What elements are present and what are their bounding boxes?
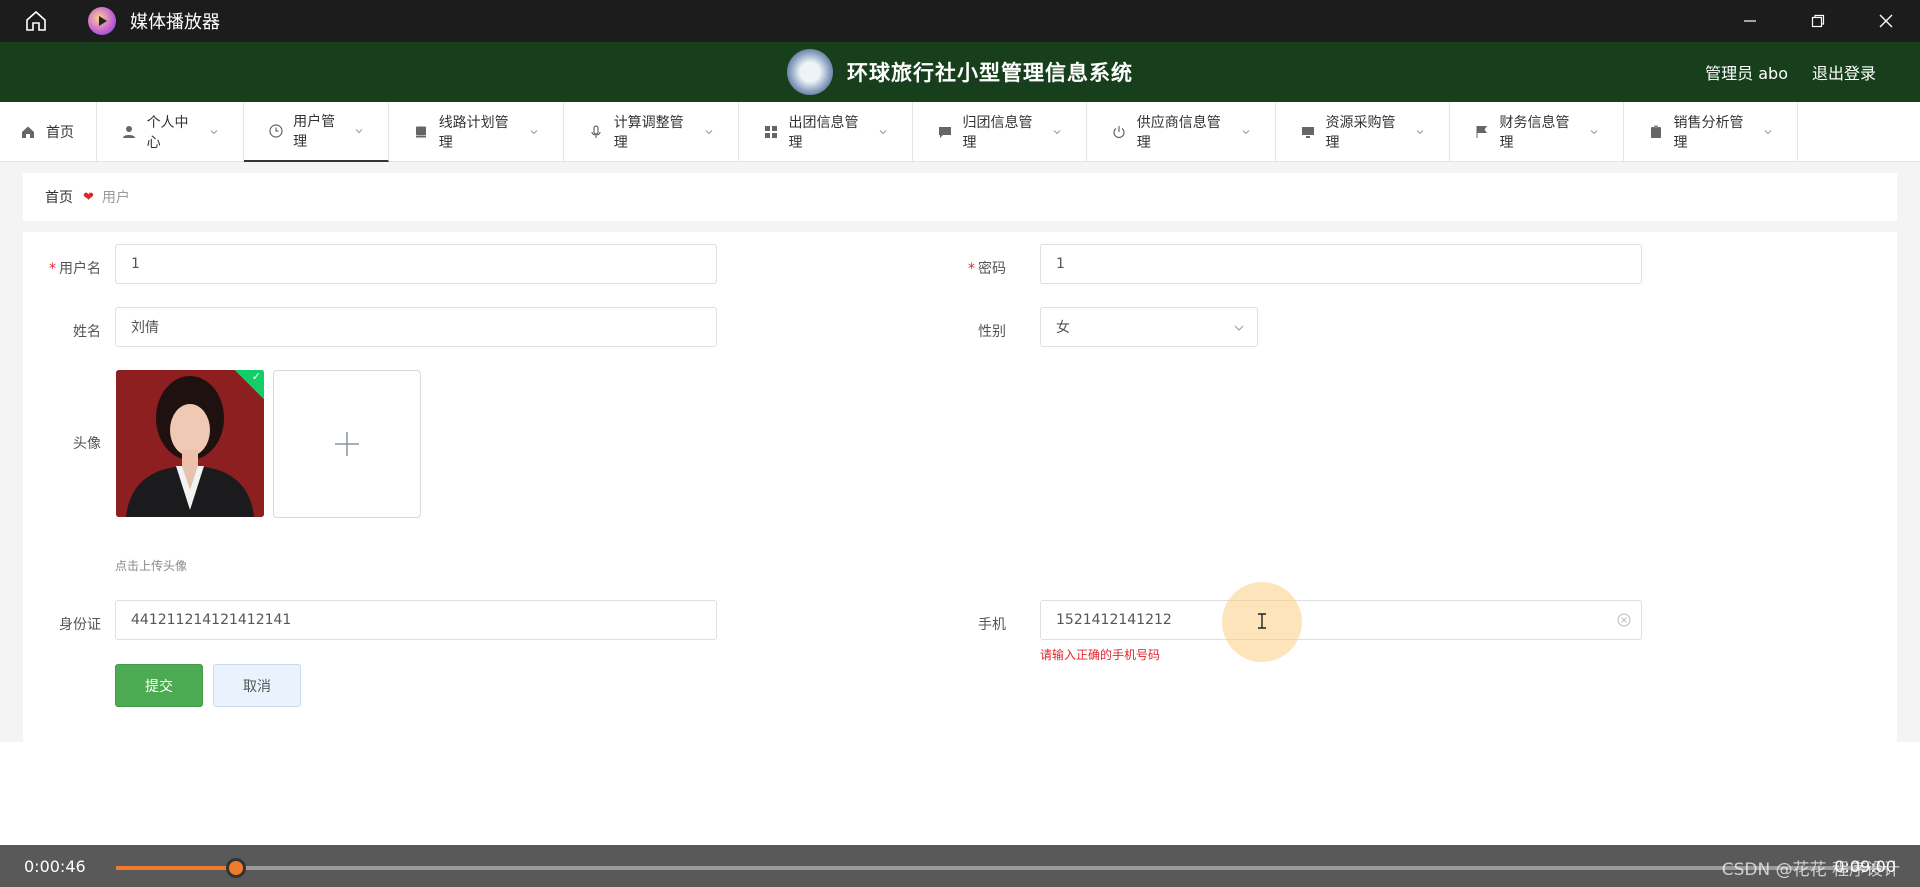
content-area: 首页 ❤ 用户 * 用户名 1 * 密码 1 姓名 刘倩 性别 女 头像 ✓ 点… (0, 162, 1920, 742)
breadcrumb-current: 用户 (101, 190, 130, 206)
seek-fill (116, 866, 237, 870)
chevron-down-icon (1589, 127, 1599, 137)
media-player-icon (88, 7, 116, 35)
nav-item-departure-info[interactable]: 出团信息管理 (739, 102, 913, 162)
mic-icon (588, 124, 604, 140)
nav-item-route-plan[interactable]: 线路计划管理 (389, 102, 564, 162)
nav-item-sales-analysis[interactable]: 销售分析管理 (1624, 102, 1798, 162)
password-input[interactable]: 1 (1040, 244, 1642, 284)
chevron-down-icon (1415, 127, 1425, 137)
clipboard-icon (1648, 124, 1664, 140)
chevron-down-icon (209, 127, 219, 137)
home-icon (20, 124, 36, 140)
heart-icon: ❤ (83, 189, 94, 205)
user-form: * 用户名 1 * 密码 1 姓名 刘倩 性别 女 头像 ✓ 点击上传头像 身份… (23, 232, 1897, 742)
restore-button[interactable] (1784, 0, 1852, 42)
grid-icon (763, 124, 779, 140)
user-icon (121, 124, 137, 140)
watermark-text: CSDN @花花 程序设计 (1721, 860, 1900, 880)
gender-label: 性别 (978, 324, 1006, 340)
submit-button[interactable]: 提交 (115, 664, 203, 707)
main-nav: 首页 个人中心 用户管理 线路计划管理 计算调整管理 出团信息管理 归团信息管理… (0, 102, 1920, 162)
minimize-button[interactable] (1716, 0, 1784, 42)
nav-label: 首页 (46, 125, 74, 141)
monitor-icon (1300, 124, 1316, 140)
username-label: * 用户名 (49, 261, 101, 277)
power-icon (1111, 124, 1127, 140)
flag-icon (1474, 124, 1490, 140)
id-card-label: 身份证 (59, 617, 101, 633)
home-icon[interactable] (18, 3, 54, 39)
phone-input[interactable]: 1521412141212 (1040, 600, 1642, 640)
nav-label: 线路计划管理 (438, 115, 509, 151)
nav-label: 计算调整管理 (613, 115, 684, 151)
app-header: 环球旅行社小型管理信息系统 管理员 abo 退出登录 (0, 42, 1920, 102)
cancel-button[interactable]: 取消 (213, 664, 301, 707)
nav-label: 销售分析管理 (1673, 115, 1744, 151)
chevron-down-icon (878, 127, 888, 137)
book-icon (413, 124, 429, 140)
nav-label: 用户管理 (293, 114, 336, 150)
chevron-down-icon (704, 127, 714, 137)
nav-label: 供应商信息管理 (1136, 115, 1221, 151)
avatar-upload-button[interactable] (273, 370, 421, 518)
nav-item-personal-center[interactable]: 个人中心 (97, 102, 244, 162)
chevron-down-icon (1241, 127, 1251, 137)
username-input[interactable]: 1 (115, 244, 717, 284)
name-label: 姓名 (73, 324, 101, 340)
clear-icon[interactable] (1617, 613, 1631, 627)
avatar-label: 头像 (73, 436, 101, 452)
gender-select[interactable]: 女 (1040, 307, 1258, 347)
nav-label: 出团信息管理 (788, 115, 859, 151)
nav-item-home[interactable]: 首页 (0, 102, 97, 162)
close-button[interactable] (1852, 0, 1920, 42)
chevron-down-icon (1052, 127, 1062, 137)
admin-user-label: 管理员 abo (1705, 64, 1788, 83)
chevron-down-icon (354, 126, 364, 136)
nav-item-calc-adjust[interactable]: 计算调整管理 (564, 102, 739, 162)
nav-item-resource-purchase[interactable]: 资源采购管理 (1276, 102, 1450, 162)
nav-item-user-management[interactable]: 用户管理 (244, 102, 389, 162)
nav-label: 归团信息管理 (962, 115, 1033, 151)
nav-item-supplier-info[interactable]: 供应商信息管理 (1087, 102, 1276, 162)
check-icon: ✓ (251, 370, 261, 383)
nav-label: 财务信息管理 (1499, 115, 1570, 151)
avatar-upload-hint: 点击上传头像 (115, 559, 188, 573)
plus-icon (335, 432, 359, 456)
nav-item-finance-info[interactable]: 财务信息管理 (1450, 102, 1624, 162)
logout-link[interactable]: 退出登录 (1812, 60, 1876, 84)
phone-error-message: 请输入正确的手机号码 (1040, 648, 1161, 662)
nav-item-return-info[interactable]: 归团信息管理 (913, 102, 1087, 162)
chat-icon (937, 124, 953, 140)
player-progress-bar: 0:00:46 0:09:00 CSDN @花花 程序设计 (0, 845, 1920, 887)
chevron-down-icon (1763, 127, 1773, 137)
id-card-input[interactable]: 441211214121412141 (115, 600, 717, 640)
chevron-down-icon (529, 127, 539, 137)
clock-icon (268, 123, 283, 139)
name-input[interactable]: 刘倩 (115, 307, 717, 347)
chevron-down-icon (1233, 322, 1245, 334)
system-title: 环球旅行社小型管理信息系统 (847, 61, 1133, 85)
nav-label: 资源采购管理 (1325, 115, 1396, 151)
seek-handle[interactable] (226, 858, 247, 878)
password-label: * 密码 (968, 261, 1006, 277)
player-title-bar: 媒体播放器 (0, 0, 1920, 42)
avatar-image[interactable]: ✓ (116, 370, 264, 517)
breadcrumb-home[interactable]: 首页 (45, 187, 73, 207)
phone-label: 手机 (978, 617, 1006, 633)
system-logo (787, 49, 833, 95)
nav-label: 个人中心 (146, 115, 189, 151)
app-title: 媒体播放器 (130, 12, 220, 33)
text-cursor-icon (1258, 613, 1266, 629)
breadcrumb: 首页 ❤ 用户 (23, 173, 1897, 221)
elapsed-time: 0:00:46 (24, 857, 86, 876)
seek-track[interactable] (116, 858, 1886, 878)
